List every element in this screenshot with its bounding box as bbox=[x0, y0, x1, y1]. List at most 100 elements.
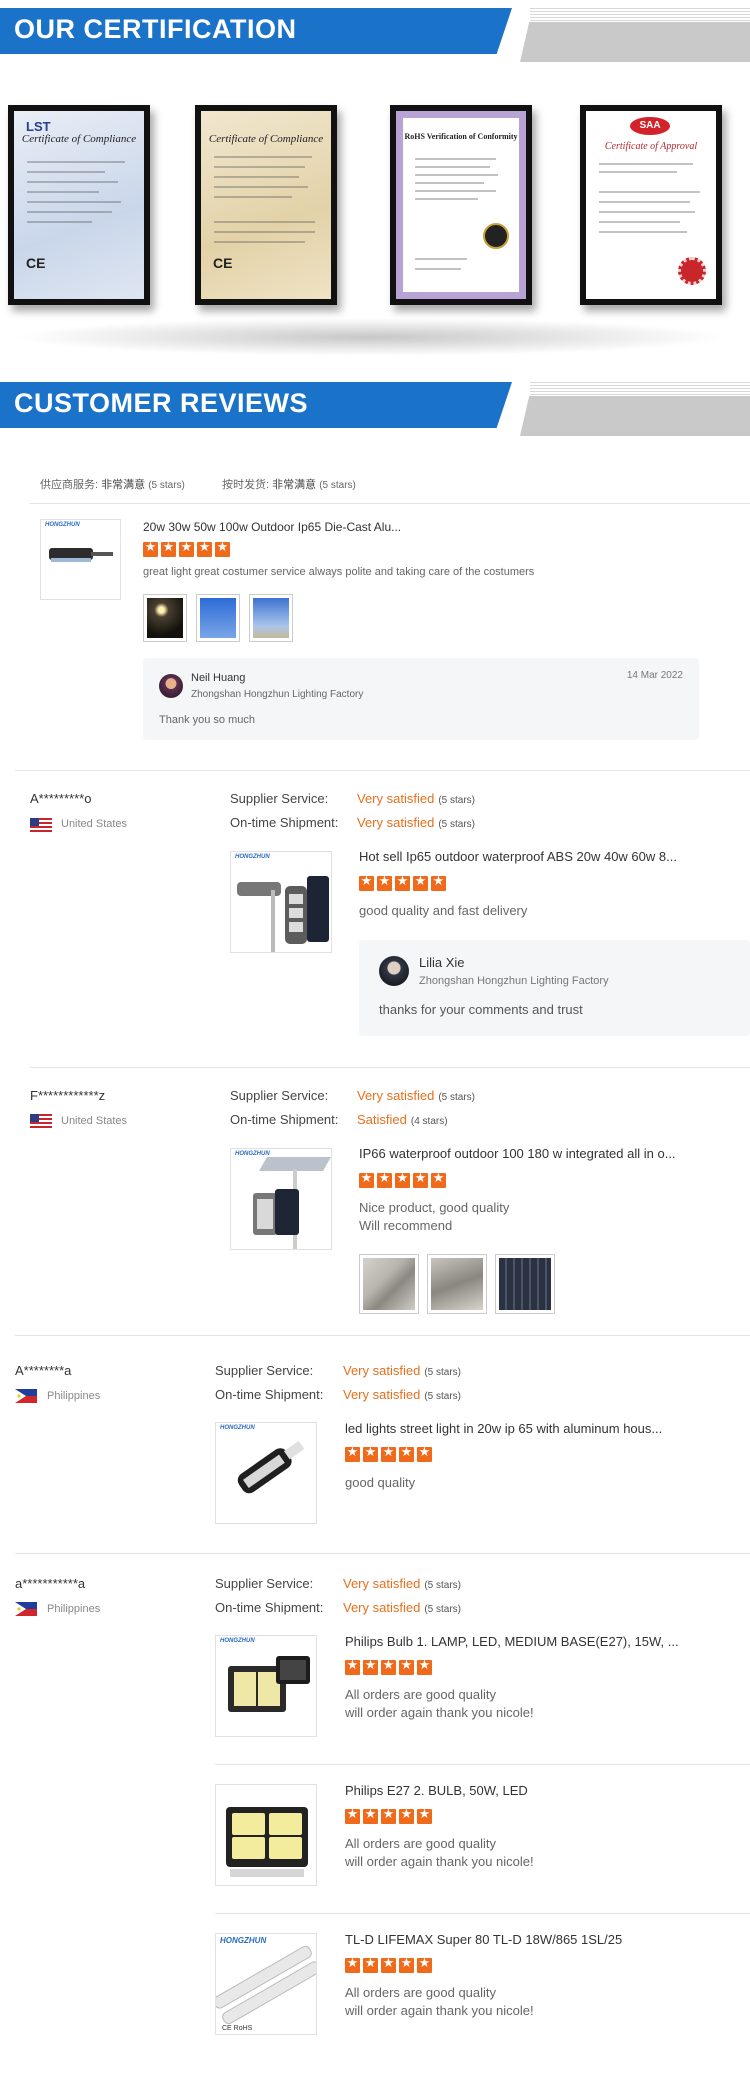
svg-text:CE RoHS: CE RoHS bbox=[222, 2025, 253, 2032]
divider bbox=[215, 1913, 750, 1914]
review-text: All orders are good quality bbox=[345, 1687, 497, 1702]
certificate-rohs[interactable]: RoHS Verification of Conformity bbox=[390, 105, 532, 305]
buyer-name: F************z bbox=[30, 1088, 106, 1103]
divider bbox=[15, 1553, 750, 1554]
divider bbox=[215, 1764, 750, 1765]
rating-stars bbox=[345, 1445, 432, 1462]
supplier-reply: Lilia Xie Zhongshan Hongzhun Lighting Fa… bbox=[359, 940, 750, 1036]
product-title[interactable]: Philips E27 2. BULB, 50W, LED bbox=[345, 1783, 528, 1798]
divider bbox=[15, 1335, 750, 1336]
review-text: good quality and fast delivery bbox=[359, 903, 528, 918]
product-title[interactable]: IP66 waterproof outdoor 100 180 w integr… bbox=[359, 1146, 676, 1161]
review-text: good quality bbox=[345, 1475, 416, 1490]
summary-shipment: 按时发货: 非常满意 (5 stars) bbox=[222, 479, 356, 491]
shipment-rating: Very satisfied (5 stars) bbox=[343, 1600, 461, 1615]
product-title[interactable]: Hot sell Ip65 outdoor waterproof ABS 20w… bbox=[359, 849, 677, 864]
review-text: Will recommend bbox=[359, 1218, 453, 1233]
buyer-name: A*********o bbox=[30, 791, 92, 806]
cert-title: RoHS Verification of Conformity bbox=[404, 132, 518, 141]
review-text: All orders are good quality bbox=[345, 1985, 497, 2000]
shipment-rating: Very satisfied (5 stars) bbox=[343, 1387, 461, 1402]
philippines-flag-icon bbox=[15, 1389, 37, 1403]
divider bbox=[30, 1067, 750, 1068]
buyer-country: Philippines bbox=[47, 1390, 101, 1402]
product-thumbnail[interactable]: HONGZHUN bbox=[230, 851, 332, 953]
supplier-service-label: Supplier Service: bbox=[230, 791, 329, 806]
rating-stars bbox=[345, 1807, 432, 1824]
shipment-label: On-time Shipment: bbox=[230, 815, 339, 830]
review-photo[interactable] bbox=[196, 594, 240, 642]
reply-text: thanks for your comments and trust bbox=[379, 1002, 583, 1017]
supplier-service-label: Supplier Service: bbox=[215, 1363, 314, 1378]
rating-stars bbox=[345, 1956, 432, 1973]
rating-stars bbox=[143, 540, 230, 557]
reply-name: Lilia Xie bbox=[419, 955, 465, 970]
avatar bbox=[159, 674, 183, 698]
rohs-seal bbox=[483, 223, 509, 249]
approval-seal bbox=[678, 257, 706, 285]
review-text: great light great costumer service alway… bbox=[143, 566, 535, 578]
divider bbox=[30, 503, 750, 504]
divider bbox=[15, 770, 750, 771]
buyer-country: United States bbox=[61, 1115, 128, 1127]
product-title[interactable]: TL-D LIFEMAX Super 80 TL-D 18W/865 1SL/2… bbox=[345, 1932, 622, 1947]
certification-title: OUR CERTIFICATION bbox=[14, 14, 297, 44]
saa-logo: SAA bbox=[630, 117, 670, 135]
supplier-service-label: Supplier Service: bbox=[215, 1576, 314, 1591]
cert-title: Certificate of Compliance bbox=[208, 133, 324, 145]
rating-stars bbox=[359, 1171, 446, 1188]
reply-company: Zhongshan Hongzhun Lighting Factory bbox=[419, 975, 609, 987]
reply-name: Neil Huang bbox=[191, 672, 246, 684]
supplier-service-rating: Very satisfied (5 stars) bbox=[357, 791, 475, 806]
shipment-label: On-time Shipment: bbox=[215, 1387, 324, 1402]
product-thumbnail[interactable]: HONGZHUN bbox=[40, 519, 121, 600]
certificates-shadow bbox=[10, 318, 730, 356]
product-thumbnail[interactable]: HONGZHUN bbox=[215, 1422, 317, 1524]
review-photo[interactable] bbox=[495, 1254, 555, 1314]
shipment-rating: Satisfied (4 stars) bbox=[357, 1112, 448, 1127]
shipment-label: On-time Shipment: bbox=[215, 1600, 324, 1615]
review-text: will order again thank you nicole! bbox=[345, 1705, 534, 1720]
shipment-label: On-time Shipment: bbox=[230, 1112, 339, 1127]
cert-logo: LST bbox=[26, 119, 51, 134]
reply-company: Zhongshan Hongzhun Lighting Factory bbox=[191, 689, 364, 700]
certification-banner: OUR CERTIFICATION bbox=[0, 8, 750, 72]
cert-title: Certificate of Compliance bbox=[21, 133, 137, 145]
review-photo[interactable] bbox=[359, 1254, 419, 1314]
product-title[interactable]: led lights street light in 20w ip 65 wit… bbox=[345, 1421, 662, 1436]
product-thumbnail[interactable] bbox=[215, 1784, 317, 1886]
product-title[interactable]: Philips Bulb 1. LAMP, LED, MEDIUM BASE(E… bbox=[345, 1634, 679, 1649]
supplier-reply: Neil Huang Zhongshan Hongzhun Lighting F… bbox=[143, 658, 699, 740]
product-thumbnail[interactable]: HONGZHUN bbox=[215, 1635, 317, 1737]
certificate-lst[interactable]: LST Certificate of Compliance CE bbox=[8, 105, 150, 305]
avatar bbox=[379, 956, 409, 986]
review-photo[interactable] bbox=[427, 1254, 487, 1314]
supplier-service-rating: Very satisfied (5 stars) bbox=[343, 1363, 461, 1378]
review-text: All orders are good quality bbox=[345, 1836, 497, 1851]
rating-stars bbox=[359, 874, 446, 891]
rating-stars bbox=[345, 1658, 432, 1675]
product-title[interactable]: 20w 30w 50w 100w Outdoor Ip65 Die-Cast A… bbox=[143, 520, 401, 534]
buyer-country: Philippines bbox=[47, 1603, 101, 1615]
supplier-service-label: Supplier Service: bbox=[230, 1088, 329, 1103]
ce-mark: CE bbox=[213, 255, 233, 271]
reply-text: Thank you so much bbox=[159, 714, 255, 726]
supplier-service-rating: Very satisfied (5 stars) bbox=[357, 1088, 475, 1103]
us-flag-icon bbox=[30, 1114, 52, 1128]
review-text: will order again thank you nicole! bbox=[345, 1854, 534, 1869]
reviews-banner: CUSTOMER REVIEWS bbox=[0, 382, 750, 446]
summary-supplier-service: 供应商服务: 非常满意 (5 stars) bbox=[40, 479, 185, 491]
us-flag-icon bbox=[30, 818, 52, 832]
product-thumbnail[interactable]: HONGZHUN CE RoHS bbox=[215, 1933, 317, 2035]
philippines-flag-icon bbox=[15, 1602, 37, 1616]
ce-mark: CE bbox=[26, 255, 46, 271]
review-text: will order again thank you nicole! bbox=[345, 2003, 534, 2018]
review-photo[interactable] bbox=[249, 594, 293, 642]
certificate-saa[interactable]: SAA Certificate of Approval bbox=[580, 105, 722, 305]
certificate-compliance[interactable]: Certificate of Compliance CE bbox=[195, 105, 337, 305]
buyer-name: a***********a bbox=[15, 1576, 86, 1591]
supplier-service-rating: Very satisfied (5 stars) bbox=[343, 1576, 461, 1591]
product-thumbnail[interactable]: HONGZHUN bbox=[230, 1148, 332, 1250]
buyer-country: United States bbox=[61, 818, 128, 830]
review-photo[interactable] bbox=[143, 594, 187, 642]
